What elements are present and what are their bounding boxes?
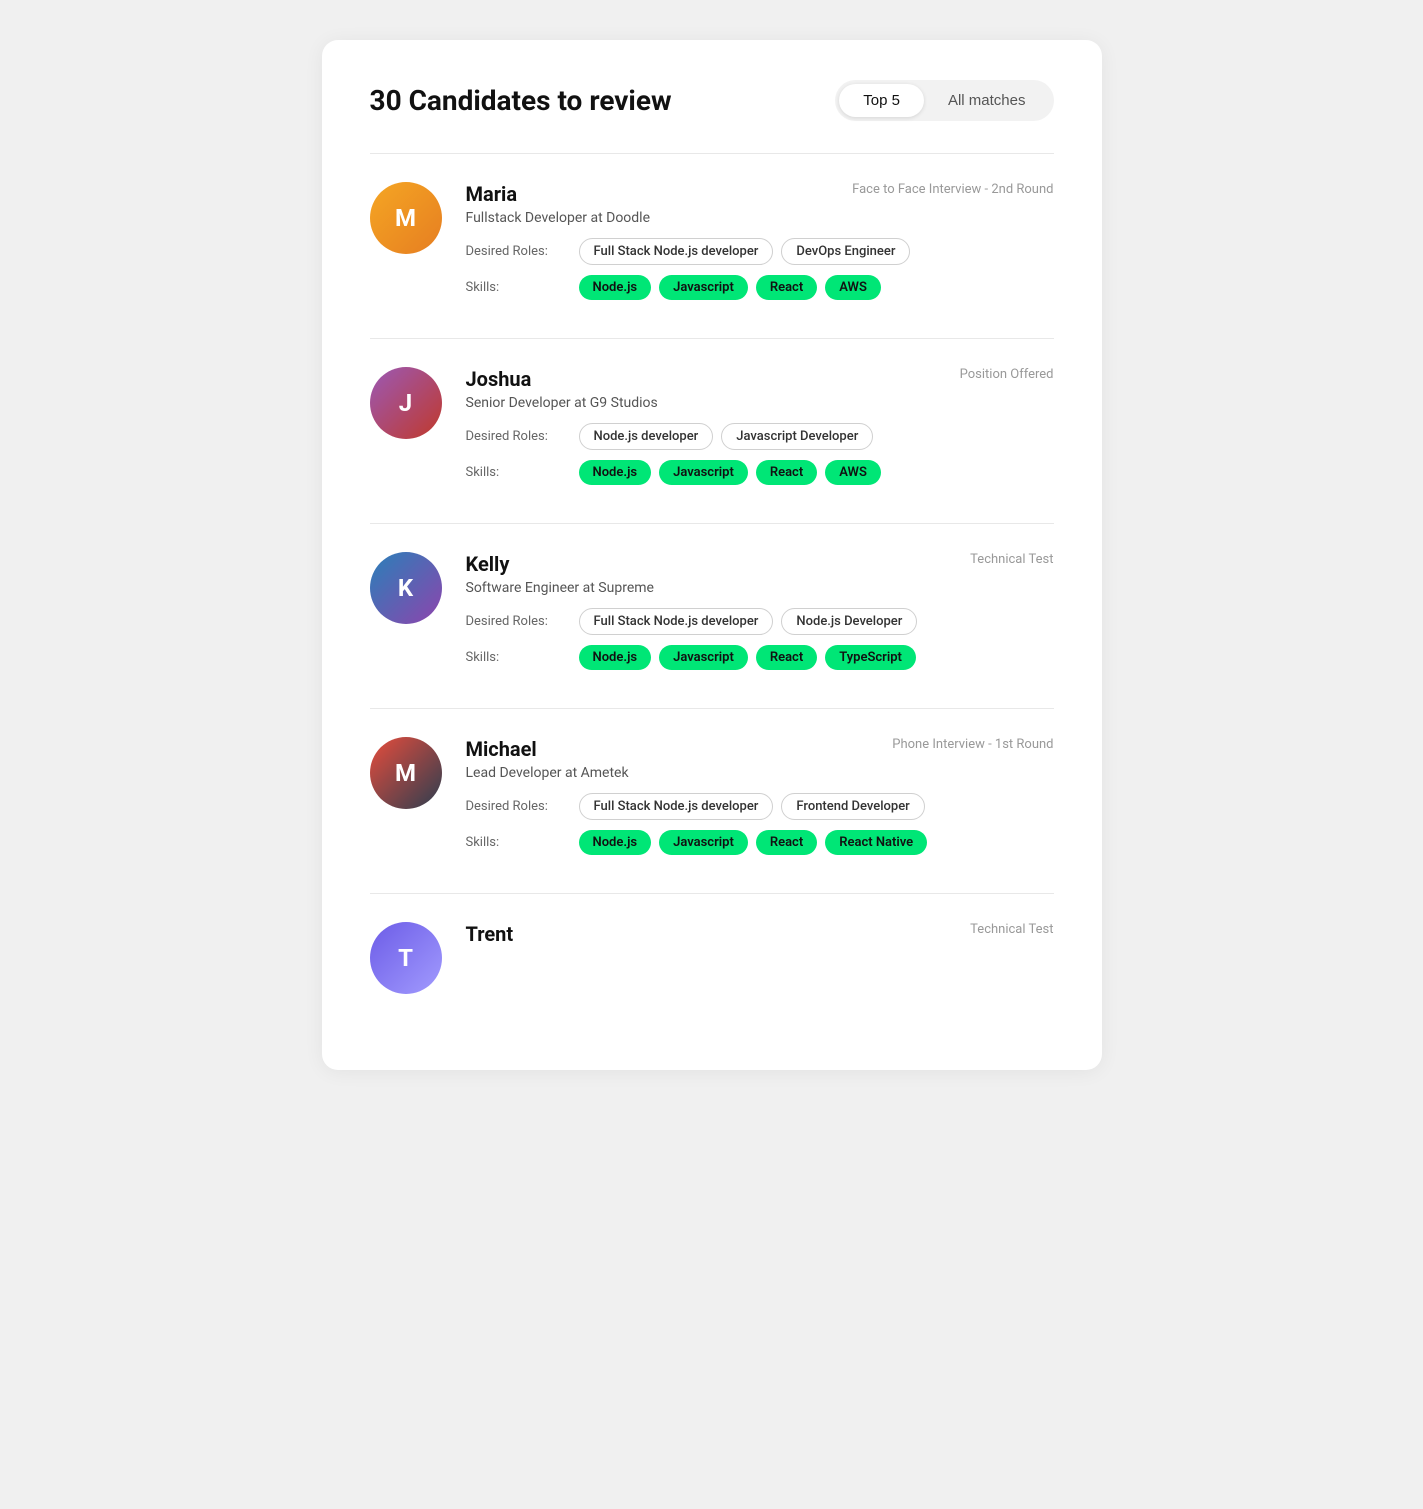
candidate-item[interactable]: T Trent Technical Test [370,893,1054,1022]
skill-tag: React Native [825,830,927,855]
desired-role-tag: Full Stack Node.js developer [579,608,774,635]
desired-roles-label: Desired Roles: [466,799,571,814]
candidate-role: Software Engineer at Supreme [466,580,1054,596]
skill-tag: Javascript [659,275,748,300]
skill-tag: Node.js [579,830,652,855]
candidate-stage: Position Offered [960,367,1054,382]
skill-tag: Javascript [659,460,748,485]
candidate-info: Joshua Position Offered Senior Developer a… [466,367,1054,495]
candidate-name: Kelly [466,552,510,576]
desired-role-tag: Full Stack Node.js developer [579,793,774,820]
candidate-header-row: Kelly Technical Test [466,552,1054,576]
desired-role-tag: Full Stack Node.js developer [579,238,774,265]
desired-roles-label: Desired Roles: [466,429,571,444]
skill-tag: Javascript [659,830,748,855]
desired-role-tag: DevOps Engineer [781,238,910,265]
desired-roles-label: Desired Roles: [466,244,571,259]
candidate-name: Michael [466,737,537,761]
skill-tag: AWS [825,275,881,300]
skills-row: Skills: Node.js Javascript React TypeScript [466,645,1054,670]
skills-label: Skills: [466,650,571,665]
skills-row: Skills: Node.js Javascript React React Nativ… [466,830,1054,855]
skill-tag: Javascript [659,645,748,670]
candidate-role: Lead Developer at Ametek [466,765,1054,781]
desired-roles-row: Desired Roles: Full Stack Node.js develop… [466,608,1054,635]
page-header: 30 Candidates to review Top 5 All matche… [370,80,1054,121]
main-card: 30 Candidates to review Top 5 All matche… [322,40,1102,1070]
candidate-name: Trent [466,922,514,946]
candidate-item[interactable]: M Michael Phone Interview - 1st Round Lead … [370,708,1054,893]
desired-role-tag: Node.js developer [579,423,714,450]
skill-tag: React [756,645,817,670]
candidate-header-row: Maria Face to Face Interview - 2nd Round [466,182,1054,206]
all-matches-filter-button[interactable]: All matches [924,84,1050,117]
candidate-name: Maria [466,182,518,206]
skills-label: Skills: [466,835,571,850]
candidate-info: Kelly Technical Test Software Engineer at … [466,552,1054,680]
skills-label: Skills: [466,465,571,480]
skill-tag: TypeScript [825,645,916,670]
candidate-info: Maria Face to Face Interview - 2nd Round F… [466,182,1054,310]
desired-roles-label: Desired Roles: [466,614,571,629]
candidate-header-row: Trent Technical Test [466,922,1054,946]
avatar: M [370,182,442,254]
candidate-role: Fullstack Developer at Doodle [466,210,1054,226]
avatar: M [370,737,442,809]
desired-roles-row: Desired Roles: Full Stack Node.js develop… [466,238,1054,265]
candidate-item[interactable]: J Joshua Position Offered Senior Developer … [370,338,1054,523]
candidate-stage: Technical Test [970,922,1053,937]
candidate-role: Senior Developer at G9 Studios [466,395,1054,411]
page-title: 30 Candidates to review [370,84,672,117]
desired-role-tag: Node.js Developer [781,608,917,635]
skill-tag: React [756,460,817,485]
avatar: J [370,367,442,439]
candidate-item[interactable]: M Maria Face to Face Interview - 2nd Round… [370,153,1054,338]
candidate-item[interactable]: K Kelly Technical Test Software Engineer at… [370,523,1054,708]
desired-roles-row: Desired Roles: Full Stack Node.js develop… [466,793,1054,820]
candidate-list: M Maria Face to Face Interview - 2nd Round… [370,153,1054,1022]
candidate-header-row: Michael Phone Interview - 1st Round [466,737,1054,761]
avatar: T [370,922,442,994]
candidate-stage: Technical Test [970,552,1053,567]
desired-role-tag: Frontend Developer [781,793,924,820]
skill-tag: Node.js [579,460,652,485]
skill-tag: Node.js [579,645,652,670]
filter-toggle-group: Top 5 All matches [835,80,1053,121]
skills-row: Skills: Node.js Javascript React AWS [466,275,1054,300]
avatar: K [370,552,442,624]
skill-tag: AWS [825,460,881,485]
candidate-info: Trent Technical Test [466,922,1054,958]
candidate-info: Michael Phone Interview - 1st Round Lead D… [466,737,1054,865]
skill-tag: React [756,830,817,855]
desired-roles-row: Desired Roles: Node.js developer Javascrip… [466,423,1054,450]
skill-tag: Node.js [579,275,652,300]
candidate-name: Joshua [466,367,532,391]
top-filter-button[interactable]: Top 5 [839,84,924,117]
candidate-stage: Face to Face Interview - 2nd Round [852,182,1053,197]
skill-tag: React [756,275,817,300]
candidate-header-row: Joshua Position Offered [466,367,1054,391]
skills-row: Skills: Node.js Javascript React AWS [466,460,1054,485]
skills-label: Skills: [466,280,571,295]
desired-role-tag: Javascript Developer [721,423,873,450]
candidate-stage: Phone Interview - 1st Round [892,737,1053,752]
